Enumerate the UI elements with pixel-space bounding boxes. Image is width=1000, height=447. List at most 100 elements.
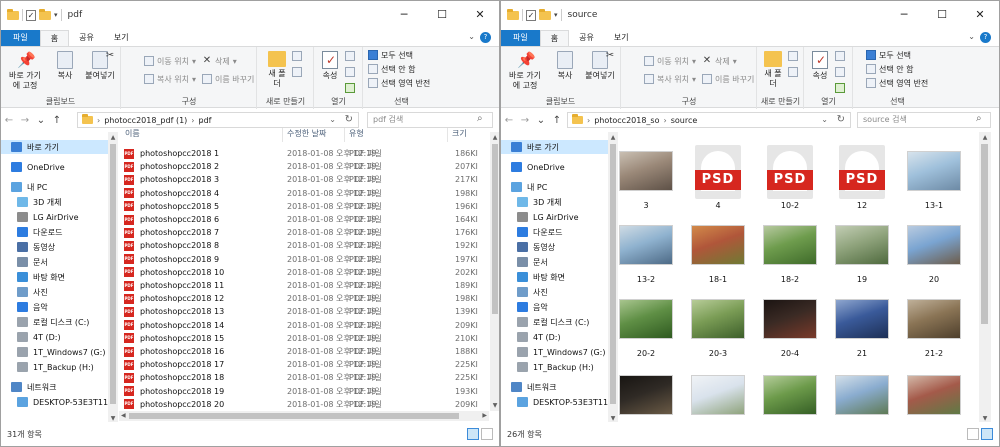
nav-item[interactable]: DESKTOP-53E3T11 <box>501 395 617 409</box>
new-folder-quick-icon[interactable] <box>539 8 551 20</box>
recent-locations-button[interactable]: ⌄ <box>533 115 549 126</box>
nav-item[interactable]: LG AirDrive <box>1 210 117 224</box>
file-row[interactable]: PDF photoshopcc2018 16 2018-01-08 오후 12:19… <box>119 345 489 358</box>
thumbnail-item[interactable]: PSD 12 <box>829 145 895 223</box>
copy-to-button[interactable]: 복사 위치 ▾ <box>144 73 196 85</box>
file-row[interactable]: PDF photoshopcc2018 2 2018-01-08 오후 12:19 P… <box>119 160 489 173</box>
nav-item[interactable]: DESKTOP-53E3T11 <box>1 395 117 409</box>
nav-item[interactable]: 3D 개체 <box>501 195 617 209</box>
nav-item[interactable]: 로컬 디스크 (C:) <box>501 315 617 329</box>
nav-item[interactable]: 동영상 <box>1 240 117 254</box>
file-row[interactable]: PDF photoshopcc2018 4 2018-01-08 오후 12:19 P… <box>119 187 489 200</box>
help-icon[interactable]: ? <box>980 32 991 43</box>
scroll-up-icon[interactable]: ▲ <box>490 134 499 141</box>
scroll-up-icon[interactable]: ▲ <box>979 134 991 141</box>
select-all-button[interactable]: 모두 선택 <box>368 49 413 61</box>
collapse-ribbon-icon[interactable]: ⌄ <box>968 32 975 41</box>
open-icon[interactable] <box>345 51 355 61</box>
scrollbar-thumb[interactable] <box>492 144 498 314</box>
select-none-button[interactable]: 선택 안 함 <box>866 63 914 75</box>
nav-item[interactable]: LG AirDrive <box>501 210 617 224</box>
thumbnail-item[interactable]: 21 <box>829 295 895 371</box>
refresh-icon[interactable]: ↻ <box>345 114 353 125</box>
tab-home[interactable]: 홈 <box>39 30 70 46</box>
search-input[interactable]: pdf 검색 <box>367 112 493 128</box>
large-icons-view-icon[interactable] <box>981 428 993 440</box>
nav-item[interactable]: 바탕 화면 <box>501 270 617 284</box>
file-row[interactable]: PDF photoshopcc2018 8 2018-01-08 오후 12:19 P… <box>119 239 489 252</box>
help-icon[interactable]: ? <box>480 32 491 43</box>
file-row[interactable]: PDF photoshopcc2018 17 2018-01-08 오후 12:19… <box>119 358 489 371</box>
properties-button[interactable]: 속성 <box>809 51 831 81</box>
thumbnail-item[interactable]: 3 <box>613 147 679 223</box>
copy-button[interactable]: 복사 <box>53 51 77 81</box>
nav-item[interactable]: OneDrive <box>1 160 117 174</box>
column-header-name[interactable]: 이름 <box>125 128 140 142</box>
maximize-button[interactable]: ☐ <box>423 1 461 29</box>
details-view-icon[interactable] <box>467 428 479 440</box>
file-row[interactable]: PDF photoshopcc2018 20 2018-01-08 오후 12:19… <box>119 398 489 411</box>
nav-item[interactable]: 1T_Windows7 (G:) <box>501 345 617 359</box>
invert-selection-button[interactable]: 선택 영역 반전 <box>368 77 430 89</box>
scrollbar-thumb[interactable] <box>981 144 988 324</box>
delete-button[interactable]: ✕ 삭제 ▾ <box>202 55 237 67</box>
customize-quick-access-icon[interactable]: ▾ <box>554 11 558 19</box>
thumbnail-item[interactable]: 19 <box>829 221 895 297</box>
large-icons-view-icon[interactable] <box>481 428 493 440</box>
new-folder-button[interactable]: 새 폴더 <box>762 51 784 89</box>
file-row[interactable]: PDF photoshopcc2018 6 2018-01-08 오후 12:19 P… <box>119 213 489 226</box>
edit-icon[interactable] <box>835 67 845 77</box>
thumbnail-item[interactable]: 18-2 <box>757 221 823 297</box>
easy-access-icon[interactable] <box>292 67 302 77</box>
tab-view[interactable]: 보기 <box>104 30 139 46</box>
up-button[interactable]: ↑ <box>549 115 565 126</box>
scrollbar-thumb[interactable] <box>129 413 459 419</box>
file-row[interactable]: PDF photoshopcc2018 15 2018-01-08 오후 12:19… <box>119 332 489 345</box>
column-header-date[interactable]: 수정한 날짜 <box>287 128 326 142</box>
new-folder-quick-icon[interactable] <box>39 8 51 20</box>
tab-share[interactable]: 공유 <box>69 30 104 46</box>
file-row[interactable]: PDF photoshopcc2018 10 2018-01-08 오후 12:19… <box>119 266 489 279</box>
copy-button[interactable]: 복사 <box>553 51 577 81</box>
file-row[interactable]: PDF photoshopcc2018 13 2018-01-08 오후 12:19… <box>119 305 489 318</box>
thumbnail-item[interactable]: PSD 4 <box>685 145 751 223</box>
forward-button[interactable]: → <box>17 115 33 126</box>
history-icon[interactable] <box>345 83 355 93</box>
collapse-ribbon-icon[interactable]: ⌄ <box>468 32 475 41</box>
move-to-button[interactable]: 이동 위치 ▾ <box>144 55 196 67</box>
horizontal-scrollbar[interactable]: ◀ ▶ <box>119 411 489 421</box>
address-bar[interactable]: › photocc2018_pdf (1) › pdf ⌄ ↻ <box>77 112 359 128</box>
rename-button[interactable]: 이름 바꾸기 <box>202 73 254 85</box>
back-button[interactable]: ← <box>1 115 17 126</box>
properties-quick-icon[interactable]: ✓ <box>26 9 36 21</box>
tab-view[interactable]: 보기 <box>604 30 639 46</box>
easy-access-icon[interactable] <box>788 67 798 77</box>
breadcrumb-item[interactable]: photocc2018_so <box>594 116 659 125</box>
nav-item[interactable]: 다운로드 <box>1 225 117 239</box>
column-header-size[interactable]: 크기 <box>452 128 467 142</box>
tab-file[interactable]: 파일 <box>501 30 540 46</box>
tab-share[interactable]: 공유 <box>569 30 604 46</box>
minimize-button[interactable]: ─ <box>885 1 923 29</box>
forward-button[interactable]: → <box>517 115 533 126</box>
nav-item[interactable]: 3D 개체 <box>1 195 117 209</box>
file-row[interactable]: PDF photoshopcc2018 19 2018-01-08 오후 12:19… <box>119 385 489 398</box>
nav-item[interactable]: 사진 <box>501 285 617 299</box>
nav-item[interactable]: 동영상 <box>501 240 617 254</box>
scroll-up-icon[interactable]: ▲ <box>608 134 618 141</box>
thumbnail-item[interactable]: 20-3 <box>685 295 751 371</box>
properties-button[interactable]: 속성 <box>319 51 341 81</box>
search-input[interactable]: source 검색 <box>857 112 991 128</box>
history-icon[interactable] <box>835 83 845 93</box>
content-scrollbar[interactable]: ▲ ▼ <box>979 132 991 424</box>
thumbnail-item[interactable]: 18-1 <box>685 221 751 297</box>
scroll-up-icon[interactable]: ▲ <box>108 134 118 141</box>
nav-item[interactable]: 내 PC <box>1 180 117 194</box>
new-item-icon[interactable] <box>788 51 798 61</box>
scroll-down-icon[interactable]: ▼ <box>979 415 991 422</box>
nav-item[interactable]: 바로 가기 <box>1 140 117 154</box>
properties-quick-icon[interactable]: ✓ <box>526 9 536 21</box>
nav-item[interactable]: 사진 <box>1 285 117 299</box>
edit-icon[interactable] <box>345 67 355 77</box>
nav-item[interactable]: 로컬 디스크 (C:) <box>1 315 117 329</box>
